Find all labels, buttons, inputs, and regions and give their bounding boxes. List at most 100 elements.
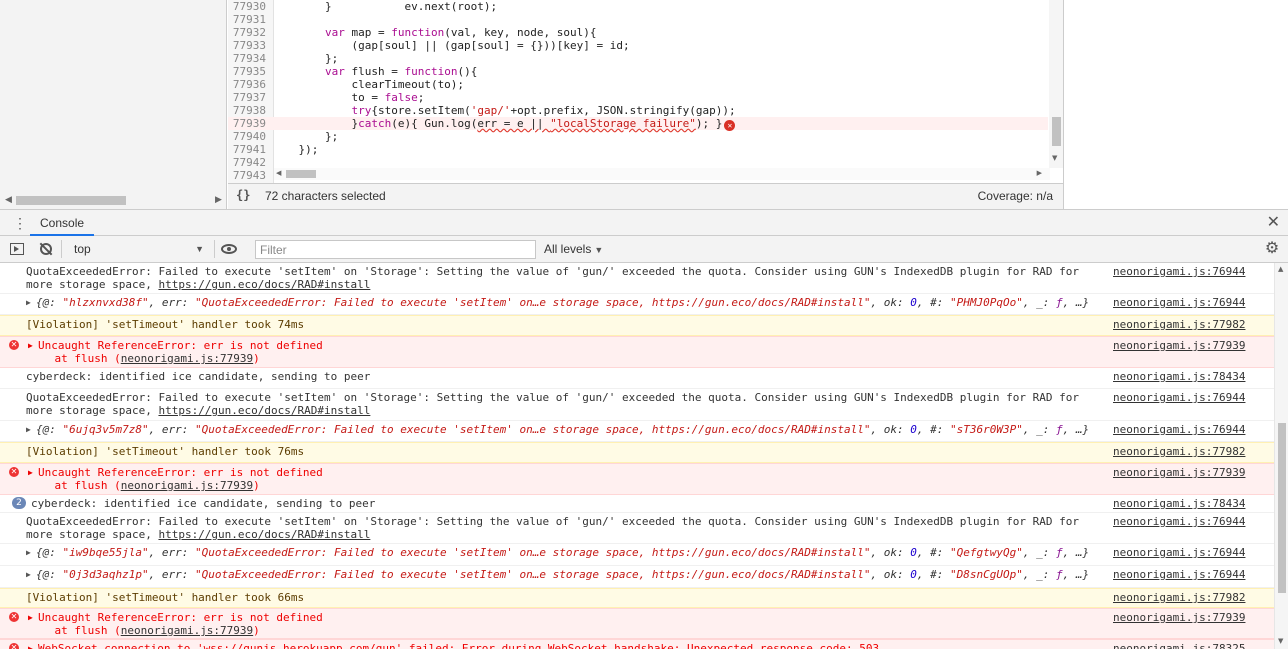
code-line[interactable]: 77938 try{store.setItem('gap/'+opt.prefi…	[228, 104, 1048, 117]
object-preview[interactable]: ▶ {@: "0j3d3aqhz1p", err: "QuotaExceededE…	[26, 568, 1089, 581]
stack-frame-link[interactable]: neonorigami.js:77939	[121, 352, 253, 365]
code-line[interactable]: 77941 });	[228, 143, 1048, 156]
gear-icon[interactable]: ⚙	[1264, 241, 1280, 257]
scroll-down-icon[interactable]: ▼	[1052, 154, 1057, 162]
console-message[interactable]: [Violation] 'setTimeout' handler took 66…	[0, 588, 1274, 608]
line-number[interactable]: 77937	[228, 91, 270, 104]
line-number[interactable]: 77936	[228, 78, 270, 91]
scroll-right-icon[interactable]: ▶	[1037, 169, 1042, 177]
log-levels-select[interactable]: All levels ▼	[544, 240, 603, 259]
line-number[interactable]: 77930	[228, 0, 270, 13]
docs-link[interactable]: https://gun.eco/docs/RAD#install	[158, 278, 370, 291]
source-location-link[interactable]: neonorigami.js:77982	[1113, 318, 1245, 331]
line-number[interactable]: 77931	[228, 13, 270, 26]
console-message[interactable]: QuotaExceededError: Failed to execute 's…	[0, 513, 1274, 544]
sidebar-toggle-icon[interactable]	[9, 241, 25, 257]
console-message[interactable]: ✕ ▶ Uncaught ReferenceError: err is not de…	[0, 608, 1274, 639]
source-location-link[interactable]: neonorigami.js:77982	[1113, 591, 1245, 604]
source-location-link[interactable]: neonorigami.js:78434	[1113, 497, 1245, 510]
code-editor[interactable]: 77929 }, opt.wait || 1);77930 } ev.next(…	[228, 0, 1064, 183]
expand-triangle-icon[interactable]: ▶	[28, 642, 38, 649]
source-location-link[interactable]: neonorigami.js:76944	[1113, 568, 1245, 581]
clear-console-icon[interactable]	[38, 241, 54, 257]
code-line[interactable]: 77932 var map = function(val, key, node,…	[228, 26, 1048, 39]
close-drawer-icon[interactable]: ✕	[1267, 212, 1280, 234]
code-line[interactable]: 77933 (gap[soul] || (gap[soul] = {}))[ke…	[228, 39, 1048, 52]
scrollbar-thumb[interactable]	[16, 196, 126, 205]
stack-frame-link[interactable]: neonorigami.js:77939	[121, 479, 253, 492]
console-message[interactable]: ▶ {@: "0j3d3aqhz1p", err: "QuotaExceededE…	[0, 566, 1274, 588]
expand-triangle-icon[interactable]: ▶	[28, 611, 38, 624]
code-line[interactable]: 77935 var flush = function(){	[228, 65, 1048, 78]
code-line[interactable]: 77934 };	[228, 52, 1048, 65]
object-preview[interactable]: ▶ {@: "hlzxnvxd38f", err: "QuotaExceededE…	[26, 296, 1089, 309]
console-message[interactable]: ✕ ▶ Uncaught ReferenceError: err is not de…	[0, 463, 1274, 495]
line-number[interactable]: 77939	[228, 117, 270, 130]
source-location-link[interactable]: neonorigami.js:78325	[1113, 642, 1245, 649]
live-expression-eye-icon[interactable]	[221, 241, 237, 257]
source-location-link[interactable]: neonorigami.js:77939	[1113, 466, 1245, 479]
console-message[interactable]: ✕ ▶ WebSocket connection to 'wss://gunjs.h…	[0, 639, 1274, 649]
editor-horizontal-scrollbar[interactable]: ◀ ▶	[274, 168, 1050, 180]
source-location-link[interactable]: neonorigami.js:76944	[1113, 391, 1245, 404]
tab-console[interactable]: Console	[30, 210, 95, 236]
code-line[interactable]: 77936 clearTimeout(to);	[228, 78, 1048, 91]
code-line[interactable]: 77930 } ev.next(root);	[228, 0, 1048, 13]
source-location-link[interactable]: neonorigami.js:76944	[1113, 423, 1245, 436]
filter-input[interactable]	[255, 240, 536, 259]
source-location-link[interactable]: neonorigami.js:76944	[1113, 265, 1245, 278]
scrollbar-thumb[interactable]	[1278, 423, 1286, 593]
more-tools-icon[interactable]: ⋮	[13, 214, 27, 232]
scroll-right-icon[interactable]: ▶	[215, 193, 222, 207]
scroll-up-icon[interactable]: ▲	[1278, 265, 1283, 273]
scroll-down-icon[interactable]: ▼	[1278, 637, 1283, 645]
line-number[interactable]: 77940	[228, 130, 270, 143]
expand-triangle-icon[interactable]: ▶	[26, 568, 36, 581]
scrollbar-thumb[interactable]	[1052, 117, 1061, 146]
line-number[interactable]: 77933	[228, 39, 270, 52]
console-message[interactable]: [Violation] 'setTimeout' handler took 74…	[0, 315, 1274, 336]
line-number[interactable]: 77935	[228, 65, 270, 78]
scroll-left-icon[interactable]: ◀	[5, 193, 12, 207]
code-line[interactable]: 77939 }catch(e){ Gun.log(err = e || "loc…	[228, 117, 1048, 131]
expand-triangle-icon[interactable]: ▶	[28, 339, 38, 352]
context-select[interactable]: top ▼	[66, 240, 208, 259]
scrollbar-thumb[interactable]	[286, 170, 316, 178]
line-number[interactable]: 77938	[228, 104, 270, 117]
console-message[interactable]: ▶ {@: "6ujq3v5m7z8", err: "QuotaExceededE…	[0, 421, 1274, 442]
expand-triangle-icon[interactable]: ▶	[26, 546, 36, 559]
line-number[interactable]: 77932	[228, 26, 270, 39]
source-location-link[interactable]: neonorigami.js:76944	[1113, 296, 1245, 309]
expand-triangle-icon[interactable]: ▶	[26, 296, 36, 309]
source-location-link[interactable]: neonorigami.js:78434	[1113, 370, 1245, 383]
source-location-link[interactable]: neonorigami.js:76944	[1113, 546, 1245, 559]
line-number[interactable]: 77943	[228, 169, 270, 182]
expand-triangle-icon[interactable]: ▶	[28, 466, 38, 479]
source-location-link[interactable]: neonorigami.js:77982	[1113, 445, 1245, 458]
code-line[interactable]: 77937 to = false;	[228, 91, 1048, 104]
expand-triangle-icon[interactable]: ▶	[26, 423, 36, 436]
object-preview[interactable]: ▶ {@: "iw9bqe55jla", err: "QuotaExceededE…	[26, 546, 1089, 559]
console-message[interactable]: QuotaExceededError: Failed to execute 's…	[0, 263, 1274, 294]
stack-frame-link[interactable]: neonorigami.js:77939	[121, 624, 253, 637]
console-message[interactable]: 2 cyberdeck: identified ice candidate, se…	[0, 495, 1274, 513]
docs-link[interactable]: https://gun.eco/docs/RAD#install	[158, 404, 370, 417]
console-vertical-scrollbar[interactable]: ▲ ▼	[1274, 263, 1288, 649]
scroll-left-icon[interactable]: ◀	[276, 169, 281, 177]
console-message[interactable]: QuotaExceededError: Failed to execute 's…	[0, 389, 1274, 421]
console-message[interactable]: ▶ {@: "hlzxnvxd38f", err: "QuotaExceededE…	[0, 294, 1274, 315]
line-number[interactable]: 77941	[228, 143, 270, 156]
object-preview[interactable]: ▶ {@: "6ujq3v5m7z8", err: "QuotaExceededE…	[26, 423, 1089, 436]
line-number[interactable]: 77942	[228, 156, 270, 169]
code-line[interactable]: 77940 };	[228, 130, 1048, 143]
source-location-link[interactable]: neonorigami.js:77939	[1113, 339, 1245, 352]
editor-vertical-scrollbar[interactable]: ▼	[1049, 0, 1063, 168]
console-message[interactable]: ▶ {@: "iw9bqe55jla", err: "QuotaExceededE…	[0, 544, 1274, 566]
console-message-list[interactable]: QuotaExceededError: Failed to execute 's…	[0, 263, 1274, 649]
console-message[interactable]: cyberdeck: identified ice candidate, sen…	[0, 368, 1274, 389]
docs-link[interactable]: https://gun.eco/docs/RAD#install	[158, 528, 370, 541]
console-message[interactable]: ✕ ▶ Uncaught ReferenceError: err is not de…	[0, 336, 1274, 368]
source-location-link[interactable]: neonorigami.js:77939	[1113, 611, 1245, 624]
pretty-print-icon[interactable]: {}	[236, 188, 250, 202]
code-line[interactable]: 77931	[228, 13, 1048, 26]
